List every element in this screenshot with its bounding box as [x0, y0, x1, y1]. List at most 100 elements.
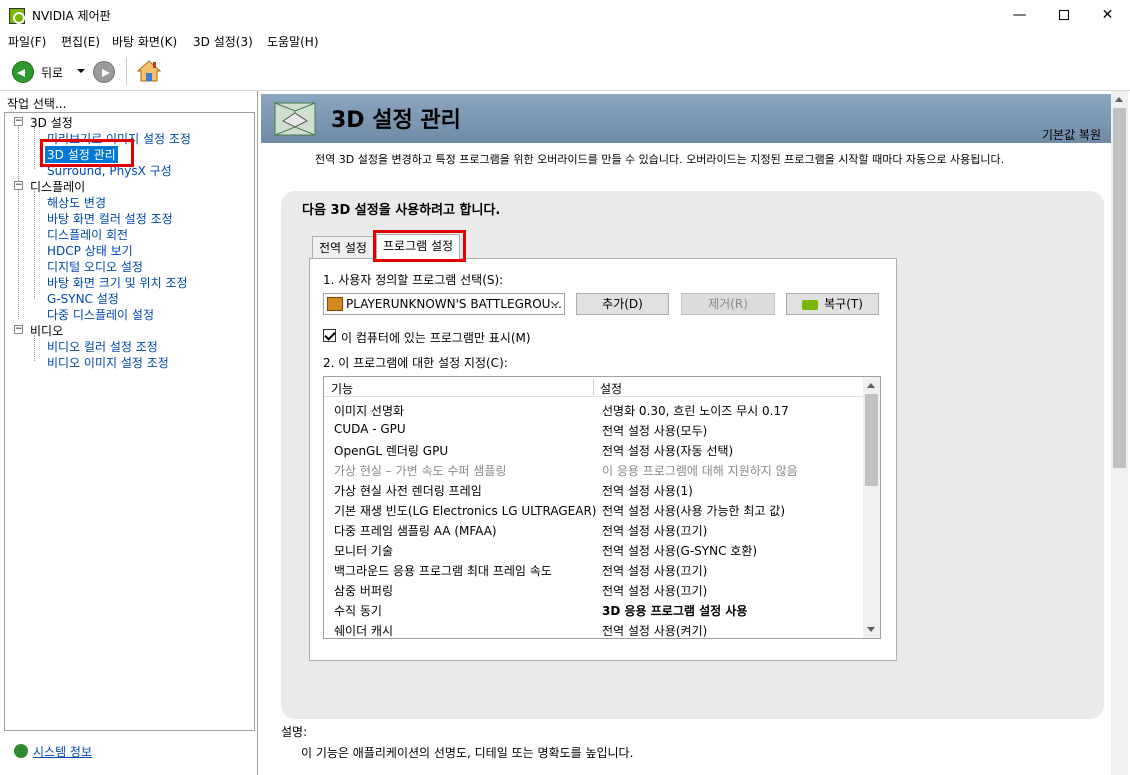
- 3d-settings-icon: [274, 102, 316, 136]
- panel-heading: 다음 3D 설정을 사용하려고 합니다.: [302, 203, 501, 218]
- tree-item-digital-audio[interactable]: 디지털 오디오 설정: [47, 258, 143, 275]
- row-setting: 전역 설정 사용(모두): [602, 424, 708, 438]
- tab-global-settings[interactable]: 전역 설정: [312, 236, 374, 260]
- content-panel: 3D 설정 관리 기본값 복원 전역 3D 설정을 변경하고 특정 프로그램을 …: [257, 91, 1130, 775]
- highlight-box: [40, 139, 134, 167]
- tree-display[interactable]: 디스플레이: [30, 178, 85, 195]
- tree-item-gsync[interactable]: G-SYNC 설정: [47, 290, 119, 307]
- table-row[interactable]: 삼중 버퍼링 전역 설정 사용(끄기): [324, 579, 864, 599]
- menu-help[interactable]: 도움말(H): [267, 33, 319, 50]
- home-icon[interactable]: [136, 59, 162, 83]
- installed-only-label: 이 컴퓨터에 있는 프로그램만 표시(M): [341, 331, 531, 345]
- table-row[interactable]: 쉐이더 캐시 전역 설정 사용(켜기): [324, 619, 864, 638]
- add-button[interactable]: 추가(D): [576, 293, 669, 315]
- system-info-link[interactable]: 시스템 정보: [33, 743, 92, 760]
- close-button[interactable]: ✕: [1085, 0, 1130, 31]
- row-setting: 전역 설정 사용(끄기): [602, 564, 708, 578]
- maximize-icon: [1058, 10, 1069, 20]
- collapse-3d-icon[interactable]: −: [14, 117, 23, 126]
- feature-settings-list: 기능 설정 이미지 선명화 선명화 0.30, 흐린 노이즈 무시 0.17 CU…: [323, 376, 881, 639]
- restore-button[interactable]: 복구(T): [786, 293, 879, 315]
- system-info-icon[interactable]: [14, 744, 28, 758]
- row-feature: 삼중 버퍼링: [334, 584, 394, 598]
- table-row[interactable]: CUDA - GPU 전역 설정 사용(모두): [324, 419, 864, 439]
- page-description: 전역 3D 설정을 변경하고 특정 프로그램을 위한 오버라이드를 만들 수 있…: [315, 153, 1005, 166]
- row-feature: 이미지 선명화: [334, 404, 405, 418]
- table-row[interactable]: 다중 프레임 샘플링 AA (MFAA) 전역 설정 사용(끄기): [324, 519, 864, 539]
- column-feature[interactable]: 기능: [331, 380, 353, 397]
- column-divider[interactable]: [593, 379, 594, 395]
- tree-line: [34, 191, 35, 299]
- tree-item-hdcp[interactable]: HDCP 상태 보기: [47, 242, 133, 259]
- tree-item-rotate-display[interactable]: 디스플레이 회전: [47, 226, 128, 243]
- scroll-down-icon[interactable]: [867, 627, 875, 632]
- menu-edit[interactable]: 편집(E): [61, 33, 100, 50]
- tree-3d-settings[interactable]: 3D 설정: [30, 114, 73, 131]
- tree-line: [34, 127, 35, 169]
- toolbar-separator: [126, 57, 127, 85]
- history-dropdown-icon[interactable]: [77, 69, 85, 73]
- table-row[interactable]: 수직 동기 3D 응용 프로그램 설정 사용: [324, 599, 864, 619]
- row-feature: 기본 재생 빈도(LG Electronics LG ULTRAGEAR): [334, 504, 597, 518]
- minimize-button[interactable]: —: [997, 0, 1042, 31]
- table-row[interactable]: 기본 재생 빈도(LG Electronics LG ULTRAGEAR) 전역 …: [324, 499, 864, 519]
- row-feature: 다중 프레임 샘플링 AA (MFAA): [334, 524, 497, 538]
- table-row[interactable]: 가상 현실 사전 렌더링 프레임 전역 설정 사용(1): [324, 479, 864, 499]
- nvidia-icon: [802, 299, 819, 310]
- restore-defaults-link[interactable]: 기본값 복원: [1042, 126, 1101, 143]
- step1-label: 1. 사용자 정의할 프로그램 선택(S):: [323, 273, 504, 287]
- program-settings-content: 1. 사용자 정의할 프로그램 선택(S): PLAYERUNKNOWN'S B…: [309, 258, 897, 661]
- description-label: 설명:: [281, 725, 308, 739]
- table-row[interactable]: 모니터 기술 전역 설정 사용(G-SYNC 호환): [324, 539, 864, 559]
- row-feature: 수직 동기: [334, 604, 382, 618]
- collapse-video-icon[interactable]: −: [14, 325, 23, 334]
- page-header: 3D 설정 관리 기본값 복원: [261, 94, 1111, 143]
- row-setting: 전역 설정 사용(사용 가능한 최고 값): [602, 504, 785, 518]
- row-feature: 가상 현실 – 가변 속도 수퍼 샘플링: [334, 464, 507, 478]
- back-button-label[interactable]: 뒤로: [41, 64, 63, 81]
- forward-arrow-icon[interactable]: [93, 61, 115, 83]
- scroll-up-icon[interactable]: [1115, 97, 1123, 102]
- menu-3d-settings[interactable]: 3D 설정(3): [193, 33, 253, 50]
- program-select[interactable]: PLAYERUNKNOWN'S BATTLEGROU...: [323, 293, 565, 315]
- remove-button[interactable]: 제거(R): [681, 293, 775, 315]
- menu-file[interactable]: 파일(F): [8, 33, 46, 50]
- row-setting: 전역 설정 사용(끄기): [602, 584, 708, 598]
- tree-line: [18, 127, 19, 319]
- table-row[interactable]: 가상 현실 – 가변 속도 수퍼 샘플링 이 응용 프로그램에 대해 지원하지 않…: [324, 459, 864, 479]
- scroll-thumb[interactable]: [865, 394, 878, 486]
- tree-item-desktop-color[interactable]: 바탕 화면 컬러 설정 조정: [47, 210, 173, 227]
- row-setting: 전역 설정 사용(켜기): [602, 624, 708, 638]
- table-row[interactable]: 이미지 선명화 선명화 0.30, 흐린 노이즈 무시 0.17: [324, 399, 864, 419]
- step2-label: 2. 이 프로그램에 대한 설정 지정(C):: [323, 356, 508, 370]
- menu-desktop[interactable]: 바탕 화면(K): [112, 33, 177, 50]
- tree-video[interactable]: 비디오: [30, 322, 63, 339]
- settings-panel: 다음 3D 설정을 사용하려고 합니다. 전역 설정 프로그램 설정 1. 사용…: [281, 191, 1104, 719]
- program-select-value: PLAYERUNKNOWN'S BATTLEGROU...: [346, 297, 562, 311]
- description-text: 이 기능은 애플리케이션의 선명도, 디테일 또는 명확도를 높입니다.: [301, 746, 634, 760]
- tree-item-video-image[interactable]: 비디오 이미지 설정 조정: [47, 354, 169, 371]
- column-setting[interactable]: 설정: [600, 380, 622, 397]
- page-title: 3D 설정 관리: [331, 108, 461, 133]
- table-row[interactable]: 백그라운드 응용 프로그램 최대 프레임 속도 전역 설정 사용(끄기): [324, 559, 864, 579]
- tree-item-resolution[interactable]: 해상도 변경: [47, 194, 106, 211]
- nvidia-app-icon: [9, 8, 25, 24]
- collapse-display-icon[interactable]: −: [14, 181, 23, 190]
- page-scrollbar[interactable]: [1111, 91, 1128, 775]
- row-feature: 쉐이더 캐시: [334, 624, 394, 638]
- installed-only-checkbox[interactable]: [323, 329, 336, 342]
- tree-item-desktop-size[interactable]: 바탕 화면 크기 및 위치 조정: [47, 274, 188, 291]
- game-icon: [327, 297, 343, 311]
- highlight-box: [373, 230, 466, 262]
- row-feature: 모니터 기술: [334, 544, 394, 558]
- list-scrollbar[interactable]: [863, 377, 880, 638]
- scroll-up-icon[interactable]: [867, 383, 875, 388]
- maximize-button[interactable]: [1041, 0, 1086, 31]
- tree-item-multi-display[interactable]: 다중 디스플레이 설정: [47, 306, 154, 323]
- back-arrow-icon[interactable]: [12, 61, 34, 83]
- title-bar: NVIDIA 제어판 — ✕: [0, 0, 1130, 31]
- window-title: NVIDIA 제어판: [32, 9, 111, 23]
- scroll-thumb[interactable]: [1113, 108, 1126, 468]
- table-row[interactable]: OpenGL 렌더링 GPU 전역 설정 사용(자동 선택): [324, 439, 864, 459]
- tree-item-video-color[interactable]: 비디오 컬러 설정 조정: [47, 338, 158, 355]
